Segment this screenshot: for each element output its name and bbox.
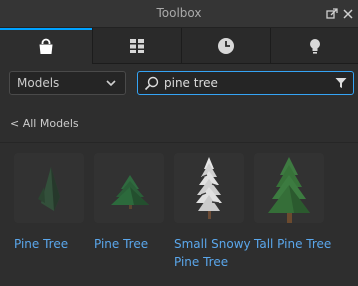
lightbulb-icon xyxy=(309,38,320,54)
divider xyxy=(0,142,358,143)
search-input[interactable] xyxy=(164,75,324,91)
grid-icon xyxy=(130,38,144,53)
model-thumbnail[interactable] xyxy=(174,153,244,223)
search-icon xyxy=(144,76,159,91)
tab-marketplace[interactable] xyxy=(0,28,92,64)
category-selected: Models xyxy=(17,76,60,90)
tab-inventory[interactable] xyxy=(92,28,181,64)
shopping-bag-icon xyxy=(39,38,53,54)
model-thumbnail[interactable] xyxy=(14,153,84,223)
undock-icon[interactable] xyxy=(325,6,339,20)
tab-creations[interactable] xyxy=(270,28,358,64)
tree-model-icon xyxy=(111,175,149,209)
result-title[interactable]: Tall Pine Tree xyxy=(254,235,334,253)
search-box[interactable] xyxy=(137,71,354,95)
tab-recent[interactable] xyxy=(181,28,270,64)
model-thumbnail[interactable] xyxy=(94,153,164,223)
title-bar: Toolbox xyxy=(0,0,358,28)
chevron-down-icon xyxy=(106,80,116,87)
model-thumbnail[interactable] xyxy=(254,153,324,223)
window-title: Toolbox xyxy=(156,6,202,20)
result-title[interactable]: Pine Tree xyxy=(14,235,94,253)
back-to-all-models-link[interactable]: < All Models xyxy=(10,117,79,130)
close-icon[interactable] xyxy=(341,6,355,20)
result-title[interactable]: Small Snowy Pine Tree xyxy=(174,235,254,271)
category-dropdown[interactable]: Models xyxy=(9,71,126,95)
result-title[interactable]: Pine Tree xyxy=(94,235,174,253)
tab-bar xyxy=(0,28,358,64)
tree-model-icon xyxy=(38,167,60,211)
filter-icon[interactable] xyxy=(335,77,347,89)
snowy-tree-model-icon xyxy=(196,157,222,219)
clock-icon xyxy=(218,37,234,54)
tall-tree-model-icon xyxy=(268,157,310,223)
